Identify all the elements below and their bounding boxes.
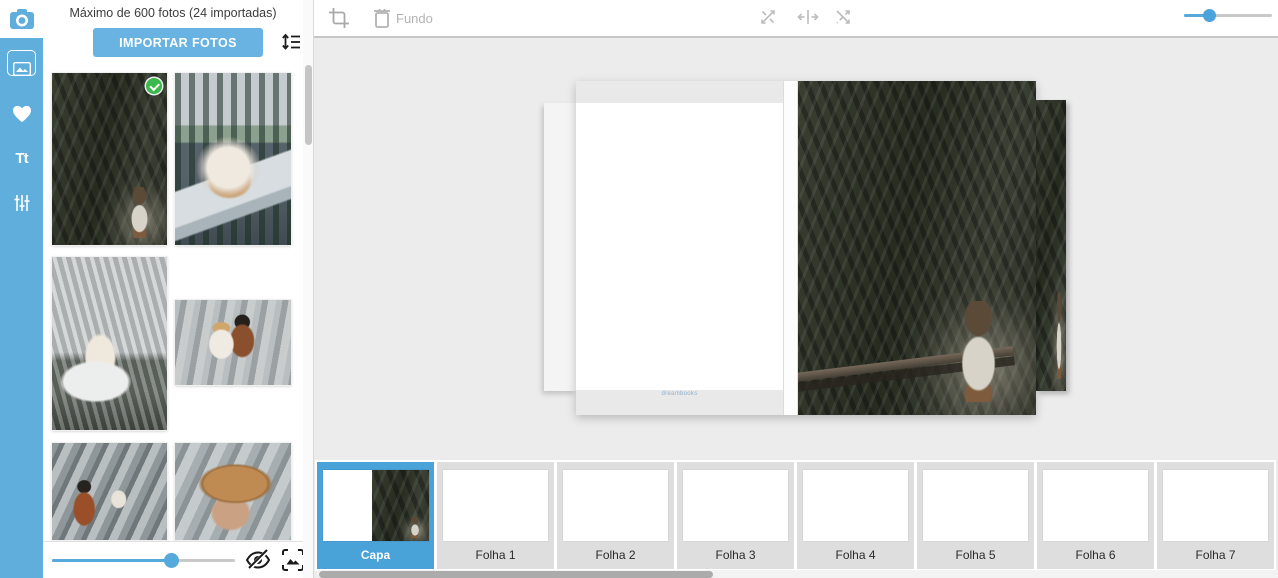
- sort-icon[interactable]: [281, 32, 301, 52]
- filmstrip-tile-capa[interactable]: Capa: [317, 462, 434, 569]
- filmstrip-tile-folha-4[interactable]: Folha 4: [797, 462, 914, 569]
- filmstrip-tile-folha-3[interactable]: Folha 3: [677, 462, 794, 569]
- camera-icon: [9, 8, 35, 30]
- photo-thumbnail-couple[interactable]: [175, 300, 291, 385]
- thumbnail-size-slider[interactable]: [52, 559, 235, 562]
- photo-thumbnail-boat-sit[interactable]: [52, 257, 167, 430]
- tile-label: Folha 4: [797, 548, 914, 562]
- active-indicator: [7, 50, 36, 76]
- blank-page-thumb: [443, 470, 548, 541]
- import-photos-button[interactable]: IMPORTAR FOTOS: [93, 28, 263, 57]
- tile-label: Folha 2: [557, 548, 674, 562]
- eye-off-icon[interactable]: [245, 548, 271, 574]
- photo-count-status: Máximo de 600 fotos (24 importadas): [43, 6, 303, 20]
- blank-page-thumb: [1163, 470, 1268, 541]
- tile-label: Folha 6: [1037, 548, 1154, 562]
- sliders-icon: [13, 194, 31, 212]
- rail-item-favorites[interactable]: [0, 92, 43, 136]
- tile-label: Folha 7: [1157, 548, 1274, 562]
- shuffle-icon[interactable]: [833, 7, 855, 29]
- filmstrip-scrollbar-thumb[interactable]: [319, 571, 713, 578]
- photo-panel: Máximo de 600 fotos (24 importadas) IMPO…: [43, 0, 303, 578]
- tile-label: Folha 1: [437, 548, 554, 562]
- back-cover-page[interactable]: dreambooks: [576, 103, 783, 390]
- filmstrip-tile-folha-7[interactable]: Folha 7: [1157, 462, 1274, 569]
- blank-page-thumb: [803, 470, 908, 541]
- rail-item-photos[interactable]: [0, 47, 43, 91]
- tile-label: Capa: [317, 548, 434, 562]
- blank-page-thumb: [923, 470, 1028, 541]
- book-spine: [783, 81, 798, 415]
- cover-spread[interactable]: dreambooks: [576, 81, 1036, 415]
- canvas-zoom-slider[interactable]: [1184, 14, 1272, 17]
- panel-bottom-bar: [43, 541, 303, 578]
- slider-thumb[interactable]: [1203, 9, 1216, 22]
- book-canvas[interactable]: dreambooks Capa Folha 1: [314, 38, 1278, 578]
- filmstrip-tile-folha-6[interactable]: Folha 6: [1037, 462, 1154, 569]
- crop-icon[interactable]: [328, 7, 350, 29]
- filmstrip-tile-folha-5[interactable]: Folha 5: [917, 462, 1034, 569]
- tile-label: Folha 3: [677, 548, 794, 562]
- front-cover-photo[interactable]: [798, 81, 1036, 415]
- panel-scrollbar-thumb[interactable]: [305, 65, 312, 145]
- rail-item-text[interactable]: Tt: [0, 136, 43, 180]
- cover-thumb-back: [323, 470, 372, 541]
- page-filmstrip: Capa Folha 1 Folha 2 Folha 3 Folha 4: [317, 462, 1274, 569]
- photo-thumbnail-stripe-couple[interactable]: [52, 443, 167, 540]
- cover-thumb: [323, 470, 429, 541]
- rail-item-adjust[interactable]: [0, 181, 43, 225]
- filmstrip-tile-folha-1[interactable]: Folha 1: [437, 462, 554, 569]
- slider-thumb[interactable]: [164, 553, 179, 568]
- blank-page-thumb: [1043, 470, 1148, 541]
- heart-icon: [12, 105, 32, 123]
- text-Tt-icon: Tt: [15, 150, 27, 167]
- photo-thumbnail-cliff-person[interactable]: [52, 73, 167, 245]
- filmstrip-tile-folha-2[interactable]: Folha 2: [557, 462, 674, 569]
- editor-toolbar: Fundo: [314, 0, 1278, 38]
- used-check-badge: [146, 78, 162, 94]
- cover-thumb-photo: [372, 470, 429, 541]
- railing-detail: [798, 346, 1014, 382]
- photobook-editor: Tt Máximo de 600 fotos (24 importadas) I…: [0, 0, 1278, 578]
- slider-fill: [52, 559, 171, 562]
- cover-bleed-left: [544, 103, 576, 391]
- brand-text: dreambooks: [576, 391, 783, 397]
- background-label: Fundo: [396, 11, 433, 26]
- photo-thumbnail-hat[interactable]: [175, 443, 291, 540]
- cover-bleed-right: [1036, 100, 1066, 391]
- tool-rail: Tt: [0, 38, 43, 578]
- panel-scrollbar[interactable]: [303, 0, 313, 578]
- filmstrip-scrollbar[interactable]: [317, 570, 1278, 578]
- trash-icon[interactable]: [373, 7, 395, 29]
- blank-page-thumb: [563, 470, 668, 541]
- swap-diagonal-icon[interactable]: [758, 7, 780, 29]
- app-logo: [0, 0, 43, 38]
- photo-thumbnail-boat-lean[interactable]: [175, 73, 291, 245]
- editor-main: Fundo: [313, 0, 1278, 578]
- split-horizontal-icon[interactable]: [797, 7, 819, 29]
- blank-page-thumb: [683, 470, 788, 541]
- tile-label: Folha 5: [917, 548, 1034, 562]
